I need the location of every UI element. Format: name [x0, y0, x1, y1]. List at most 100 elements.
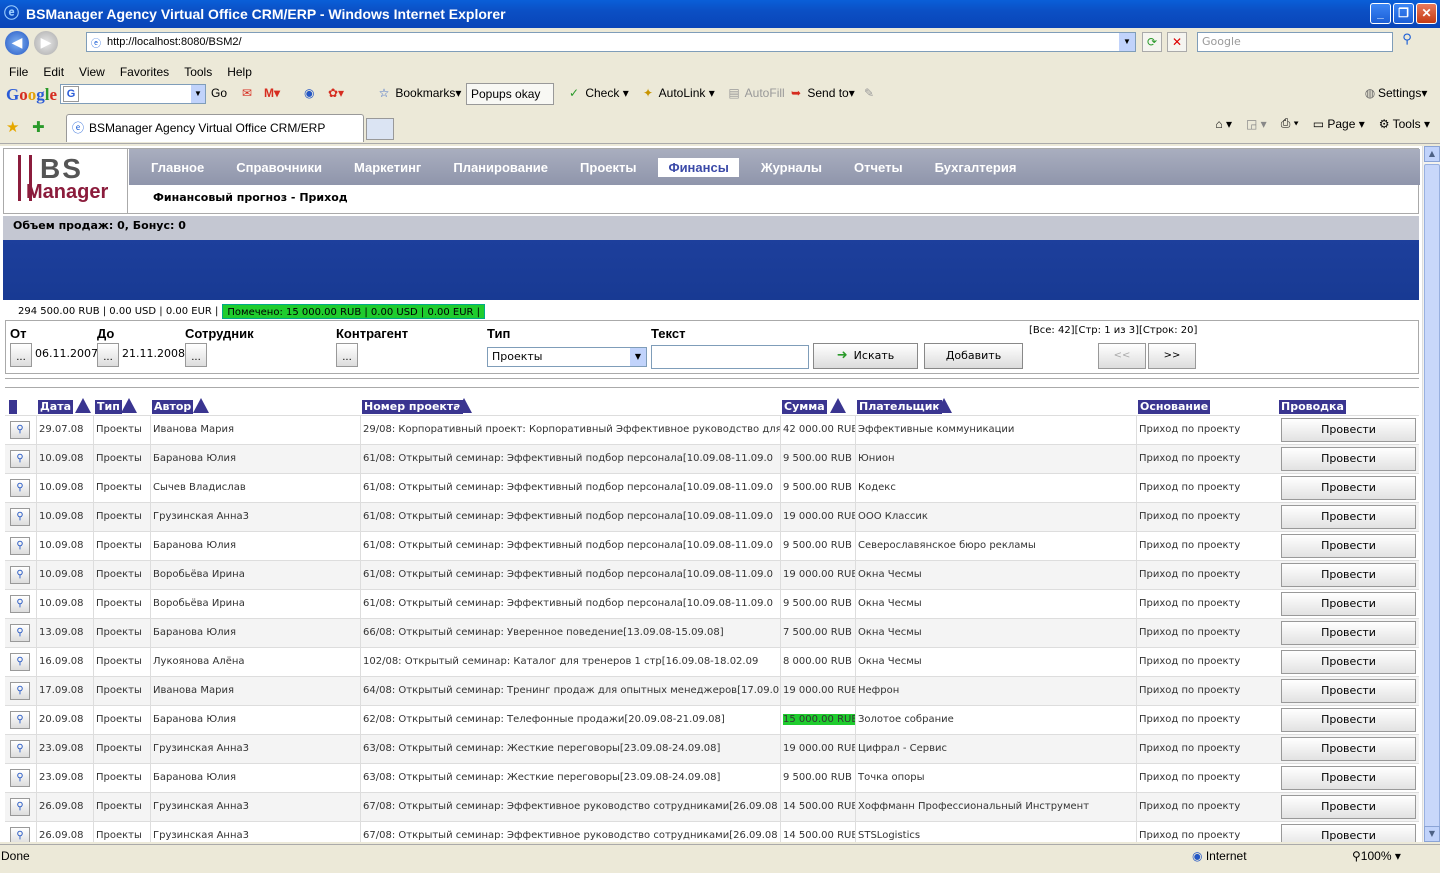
open-record-icon[interactable]: ⚲ — [10, 769, 30, 787]
post-button[interactable]: Провести — [1281, 505, 1416, 529]
post-button[interactable]: Провести — [1281, 737, 1416, 761]
new-tab-button[interactable] — [366, 118, 394, 140]
col-basis[interactable]: Основание — [1138, 400, 1211, 414]
open-record-icon[interactable]: ⚲ — [10, 595, 30, 613]
refresh-icon[interactable]: ⟳ — [1142, 32, 1162, 52]
post-button[interactable]: Провести — [1281, 476, 1416, 500]
col-date[interactable]: Дата — [38, 400, 74, 414]
open-record-icon[interactable]: ⚲ — [10, 450, 30, 468]
nav-accounting[interactable]: Бухгалтерия — [935, 158, 1027, 177]
post-button[interactable]: Провести — [1281, 418, 1416, 442]
contractor-picker-button[interactable]: ... — [336, 343, 358, 367]
nav-references[interactable]: Справочники — [236, 158, 332, 177]
post-button[interactable]: Провести — [1281, 650, 1416, 674]
prev-page-button[interactable]: << — [1098, 343, 1146, 369]
open-record-icon[interactable]: ⚲ — [10, 537, 30, 555]
next-page-button[interactable]: >> — [1148, 343, 1196, 369]
minimize-button[interactable]: _ — [1370, 3, 1391, 24]
to-picker-button[interactable]: ... — [97, 343, 119, 367]
add-button[interactable]: Добавить — [924, 343, 1023, 369]
sort-asc-icon[interactable] — [75, 398, 91, 413]
nav-reports[interactable]: Отчеты — [854, 158, 913, 177]
stop-icon[interactable]: ✕ — [1167, 32, 1187, 52]
search-icon[interactable]: ⚲ — [1396, 32, 1418, 52]
page-menu[interactable]: ▭ Page ▾ — [1313, 117, 1365, 131]
col-type[interactable]: Тип — [95, 400, 122, 414]
post-button[interactable]: Провести — [1281, 621, 1416, 645]
scroll-down-icon[interactable]: ▼ — [1424, 826, 1440, 842]
feeds-icon[interactable]: ◲ ▾ — [1246, 117, 1267, 131]
sendto-button[interactable]: ➥ Send to▾ — [788, 86, 855, 100]
puzzle-icon[interactable]: ✿▾ — [328, 86, 344, 100]
col-author[interactable]: Автор — [152, 400, 194, 414]
back-icon[interactable]: ◀ — [5, 31, 29, 55]
chevron-down-icon[interactable]: ▼ — [1119, 33, 1135, 51]
post-button[interactable]: Провести — [1281, 766, 1416, 790]
tab-bsmanager[interactable]: ⓔ BSManager Agency Virtual Office CRM/ER… — [66, 114, 364, 142]
bsmanager-logo[interactable]: BS Manager — [4, 149, 128, 213]
google-search-input[interactable]: G ▼ — [60, 84, 206, 104]
post-button[interactable]: Провести — [1281, 824, 1416, 842]
employee-picker-button[interactable]: ... — [185, 343, 207, 367]
open-record-icon[interactable]: ⚲ — [10, 479, 30, 497]
nav-main[interactable]: Главное — [151, 158, 214, 177]
search-input[interactable]: Google — [1197, 32, 1393, 52]
sort-asc-icon[interactable] — [936, 398, 952, 413]
open-record-icon[interactable]: ⚲ — [10, 798, 30, 816]
chevron-down-icon[interactable]: ▼ — [191, 85, 205, 103]
sort-asc-icon[interactable] — [121, 398, 137, 413]
open-record-icon[interactable]: ⚲ — [10, 624, 30, 642]
news-icon[interactable]: ✉ — [242, 86, 252, 100]
pencil-icon[interactable]: ✎ — [864, 86, 874, 100]
select-all-header[interactable] — [9, 400, 17, 414]
col-sum[interactable]: Сумма — [782, 400, 827, 414]
menu-tools[interactable]: Tools — [184, 65, 212, 79]
url-field[interactable]: ⓔ http://localhost:8080/BSM2/ ▼ — [86, 32, 1136, 52]
post-button[interactable]: Провести — [1281, 534, 1416, 558]
post-button[interactable]: Провести — [1281, 447, 1416, 471]
from-date[interactable]: 06.11.2007 — [35, 347, 98, 360]
nav-marketing[interactable]: Маркетинг — [354, 158, 431, 177]
open-record-icon[interactable]: ⚲ — [10, 682, 30, 700]
post-button[interactable]: Провести — [1281, 708, 1416, 732]
open-record-icon[interactable]: ⚲ — [10, 566, 30, 584]
col-payer[interactable]: Плательщик — [857, 400, 942, 414]
popups-button[interactable]: Popups okay — [466, 83, 554, 105]
nav-planning[interactable]: Планирование — [453, 158, 558, 177]
from-picker-button[interactable]: ... — [10, 343, 32, 367]
maximize-button[interactable]: ❐ — [1393, 3, 1414, 24]
sort-asc-icon[interactable] — [193, 398, 209, 413]
post-button[interactable]: Провести — [1281, 563, 1416, 587]
bookmarks-button[interactable]: ☆ Bookmarks▾ — [376, 86, 462, 100]
add-favorite-icon[interactable]: ✚ — [32, 118, 45, 136]
col-posting[interactable]: Проводка — [1279, 400, 1346, 414]
post-button[interactable]: Провести — [1281, 679, 1416, 703]
menu-help[interactable]: Help — [227, 65, 252, 79]
go-button[interactable]: Go — [211, 86, 227, 100]
menu-view[interactable]: View — [79, 65, 105, 79]
autofill-button[interactable]: ▤ AutoFill — [726, 86, 784, 100]
print-icon[interactable]: ⎙ ▾ — [1281, 116, 1299, 131]
sort-asc-icon[interactable] — [456, 398, 472, 413]
open-record-icon[interactable]: ⚲ — [10, 508, 30, 526]
scroll-thumb[interactable] — [1424, 164, 1440, 830]
zoom-level[interactable]: ⚲100% ▾ — [1352, 849, 1401, 863]
menu-file[interactable]: File — [9, 65, 28, 79]
open-record-icon[interactable]: ⚲ — [10, 711, 30, 729]
nav-journals[interactable]: Журналы — [761, 158, 832, 177]
forward-icon[interactable]: ▶ — [34, 31, 58, 55]
open-record-icon[interactable]: ⚲ — [10, 421, 30, 439]
nav-finance[interactable]: Финансы — [658, 157, 739, 177]
spellcheck-button[interactable]: ✓ Check ▾ — [566, 86, 629, 100]
type-select[interactable]: Проекты ▼ — [487, 347, 647, 367]
open-record-icon[interactable]: ⚲ — [10, 653, 30, 671]
sort-asc-icon[interactable] — [830, 398, 846, 413]
gmail-icon[interactable]: M▾ — [264, 86, 280, 100]
open-record-icon[interactable]: ⚲ — [10, 740, 30, 758]
search-button[interactable]: ➜ Искать — [813, 343, 918, 369]
scroll-up-icon[interactable]: ▲ — [1424, 146, 1440, 162]
nav-projects[interactable]: Проекты — [580, 158, 646, 177]
post-button[interactable]: Провести — [1281, 592, 1416, 616]
menu-favorites[interactable]: Favorites — [120, 65, 169, 79]
settings-button[interactable]: ◍ Settings▾ — [1362, 86, 1428, 100]
